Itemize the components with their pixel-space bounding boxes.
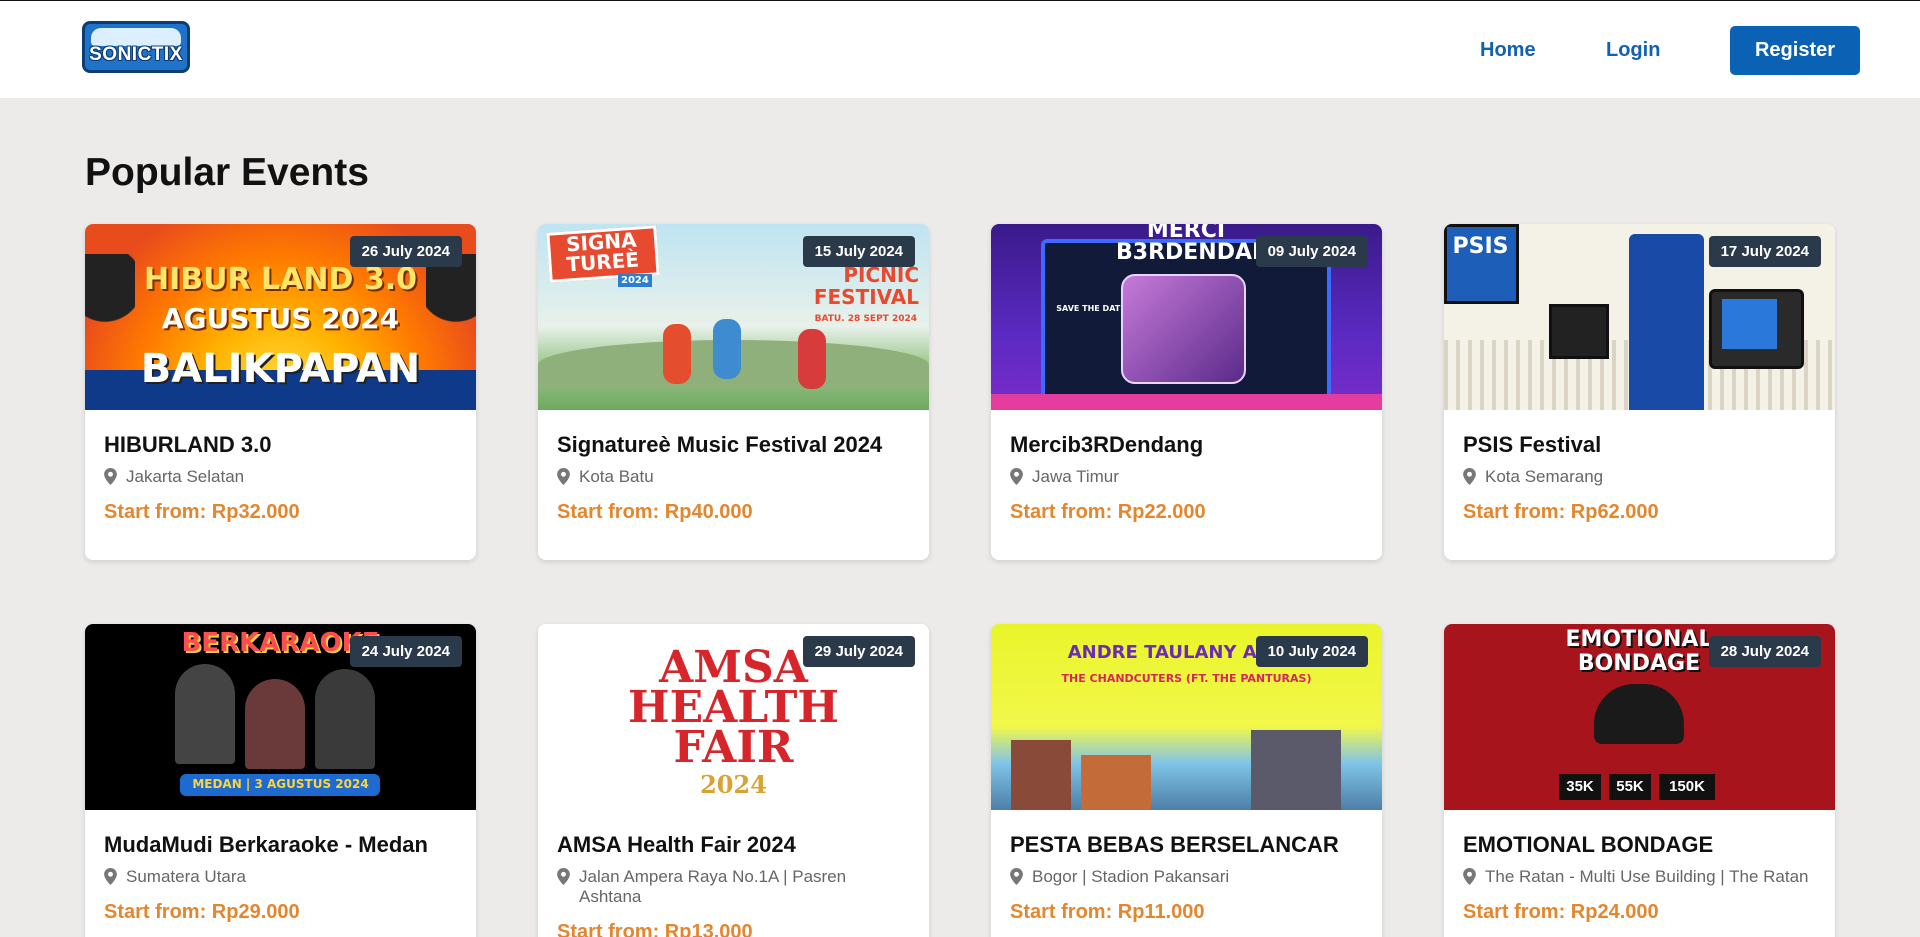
map-pin-icon <box>557 468 570 485</box>
art-subtitle: AGUSTUS 2024 <box>161 302 400 335</box>
event-title[interactable]: AMSA Health Fair 2024 <box>557 832 910 858</box>
card-body: MudaMudi Berkaraoke - Medan Sumatera Uta… <box>85 810 476 937</box>
event-title[interactable]: HIBURLAND 3.0 <box>104 432 457 458</box>
art-title: EMOTIONAL BONDAGE <box>1565 627 1713 676</box>
event-title[interactable]: Signatureè Music Festival 2024 <box>557 432 910 458</box>
map-pin-icon <box>104 868 117 885</box>
event-card[interactable]: PSIS 17 July 2024 PSIS Festival Kota Sem… <box>1444 224 1835 560</box>
art-price-ots: 55K <box>1609 774 1651 800</box>
event-price: Start from: Rp32.000 <box>104 501 300 523</box>
event-title[interactable]: PSIS Festival <box>1463 432 1816 458</box>
art-price-bundle: 150K <box>1659 774 1715 800</box>
event-price: Start from: Rp13.000 <box>557 921 753 937</box>
card-body: PESTA BEBAS BERSELANCAR Bogor | Stadion … <box>991 810 1382 937</box>
art-festival: PICNIC FESTIVAL <box>813 263 919 309</box>
card-body: Signatureè Music Festival 2024 Kota Batu… <box>538 410 929 560</box>
art-year: 2024 <box>700 770 767 799</box>
event-card[interactable]: EMOTIONAL BONDAGE 35K 55K 150K 28 July 2… <box>1444 624 1835 937</box>
event-location: Kota Semarang <box>1463 467 1816 487</box>
date-badge: 26 July 2024 <box>349 236 462 267</box>
art-lineup: THE CHANDCUTERS (FT. THE PANTURAS) <box>1061 672 1312 685</box>
event-image: MERCI B3RDENDANG SAVE THE DATE 09 July 2… <box>991 224 1382 410</box>
map-pin-icon <box>104 468 117 485</box>
event-card[interactable]: BERKARAOKE MEDAN | 3 AGUSTUS 2024 24 Jul… <box>85 624 476 937</box>
date-badge: 17 July 2024 <box>1708 236 1821 267</box>
event-image: BERKARAOKE MEDAN | 3 AGUSTUS 2024 24 Jul… <box>85 624 476 810</box>
date-badge: 09 July 2024 <box>1255 236 1368 267</box>
event-price: Start from: Rp11.000 <box>1010 901 1205 923</box>
art-price-presale: 35K <box>1559 774 1601 800</box>
date-badge: 15 July 2024 <box>802 236 915 267</box>
event-location: Kota Batu <box>557 467 910 487</box>
location-text: Kota Batu <box>579 467 654 486</box>
event-card[interactable]: ANDRE TAULANY AND F THE CHANDCUTERS (FT.… <box>991 624 1382 937</box>
event-card[interactable]: MERCI B3RDENDANG SAVE THE DATE 09 July 2… <box>991 224 1382 560</box>
location-text: Bogor | Stadion Pakansari <box>1032 867 1230 886</box>
event-price: Start from: Rp22.000 <box>1010 501 1206 523</box>
date-badge: 28 July 2024 <box>1708 636 1821 667</box>
event-title[interactable]: EMOTIONAL BONDAGE <box>1463 832 1816 858</box>
card-body: PSIS Festival Kota Semarang Start from: … <box>1444 410 1835 560</box>
art-city: BALIKPAPAN <box>140 346 421 392</box>
art-place-date: BATU. 28 SEPT 2024 <box>814 314 917 324</box>
map-pin-icon <box>557 868 570 885</box>
event-price: Start from: Rp29.000 <box>104 901 300 923</box>
map-pin-icon <box>1010 468 1023 485</box>
event-card[interactable]: HIBUR LAND 3.0 AGUSTUS 2024 BALIKPAPAN 2… <box>85 224 476 560</box>
date-badge: 24 July 2024 <box>349 636 462 667</box>
location-text: Kota Semarang <box>1485 467 1604 486</box>
event-image: PSIS 17 July 2024 <box>1444 224 1835 410</box>
event-price: Start from: Rp24.000 <box>1463 901 1659 923</box>
art-title-3: FAIR <box>673 722 794 773</box>
location-text: Sumatera Utara <box>126 867 246 886</box>
event-price: Start from: Rp40.000 <box>557 501 753 523</box>
nav-login-link[interactable]: Login <box>1606 39 1660 62</box>
event-location: Bogor | Stadion Pakansari <box>1010 867 1363 887</box>
event-location: Jakarta Selatan <box>104 467 457 487</box>
navbar: SONICTIX Home Login Register <box>0 1 1920 98</box>
event-image: SIGNA TUREÈ 2024 PICNIC FESTIVAL BATU. 2… <box>538 224 929 410</box>
event-title[interactable]: PESTA BEBAS BERSELANCAR <box>1010 832 1363 858</box>
event-image: HIBUR LAND 3.0 AGUSTUS 2024 BALIKPAPAN 2… <box>85 224 476 410</box>
location-text: Jakarta Selatan <box>126 467 245 486</box>
date-badge: 10 July 2024 <box>1255 636 1368 667</box>
art-save-date: SAVE THE DATE <box>1056 304 1126 313</box>
event-location: Jalan Ampera Raya No.1A | Pasren Ashtana <box>557 867 910 907</box>
art-title: PSIS <box>1452 234 1509 259</box>
logo-text: SONICTIX <box>89 44 183 65</box>
card-body: EMOTIONAL BONDAGE The Ratan - Multi Use … <box>1444 810 1835 937</box>
nav-home-link[interactable]: Home <box>1480 39 1536 62</box>
location-text: Jawa Timur <box>1032 467 1119 486</box>
map-pin-icon <box>1010 868 1023 885</box>
event-card[interactable]: AMSA HEALTH FAIR 2024 29 July 2024 AMSA … <box>538 624 929 937</box>
location-text: The Ratan - Multi Use Building | The Rat… <box>1485 867 1809 886</box>
card-body: Mercib3RDendang Jawa Timur Start from: R… <box>991 410 1382 560</box>
location-text: Jalan Ampera Raya No.1A | Pasren Ashtana <box>579 867 847 906</box>
register-button[interactable]: Register <box>1730 26 1860 75</box>
event-price: Start from: Rp62.000 <box>1463 501 1659 523</box>
art-year: 2024 <box>618 274 652 287</box>
event-card[interactable]: SIGNA TUREÈ 2024 PICNIC FESTIVAL BATU. 2… <box>538 224 929 560</box>
event-location: Jawa Timur <box>1010 467 1363 487</box>
date-badge: 29 July 2024 <box>802 636 915 667</box>
event-image: AMSA HEALTH FAIR 2024 29 July 2024 <box>538 624 929 810</box>
event-title[interactable]: Mercib3RDendang <box>1010 432 1363 458</box>
map-pin-icon <box>1463 868 1476 885</box>
event-location: The Ratan - Multi Use Building | The Rat… <box>1463 867 1816 887</box>
card-body: HIBURLAND 3.0 Jakarta Selatan Start from… <box>85 410 476 560</box>
card-body: AMSA Health Fair 2024 Jalan Ampera Raya … <box>538 810 929 937</box>
art-title: MERCI B3RDENDANG <box>1116 224 1289 265</box>
art-city-date: MEDAN | 3 AGUSTUS 2024 <box>192 777 369 791</box>
sonictix-logo[interactable]: SONICTIX <box>82 21 190 73</box>
map-pin-icon <box>1463 468 1476 485</box>
art-title: HIBUR LAND 3.0 <box>144 262 417 297</box>
art-brand: SIGNA TUREÈ <box>565 227 640 277</box>
event-location: Sumatera Utara <box>104 867 457 887</box>
event-image: EMOTIONAL BONDAGE 35K 55K 150K 28 July 2… <box>1444 624 1835 810</box>
section-title: Popular Events <box>85 151 369 194</box>
event-image: ANDRE TAULANY AND F THE CHANDCUTERS (FT.… <box>991 624 1382 810</box>
event-title[interactable]: MudaMudi Berkaraoke - Medan <box>104 832 457 858</box>
